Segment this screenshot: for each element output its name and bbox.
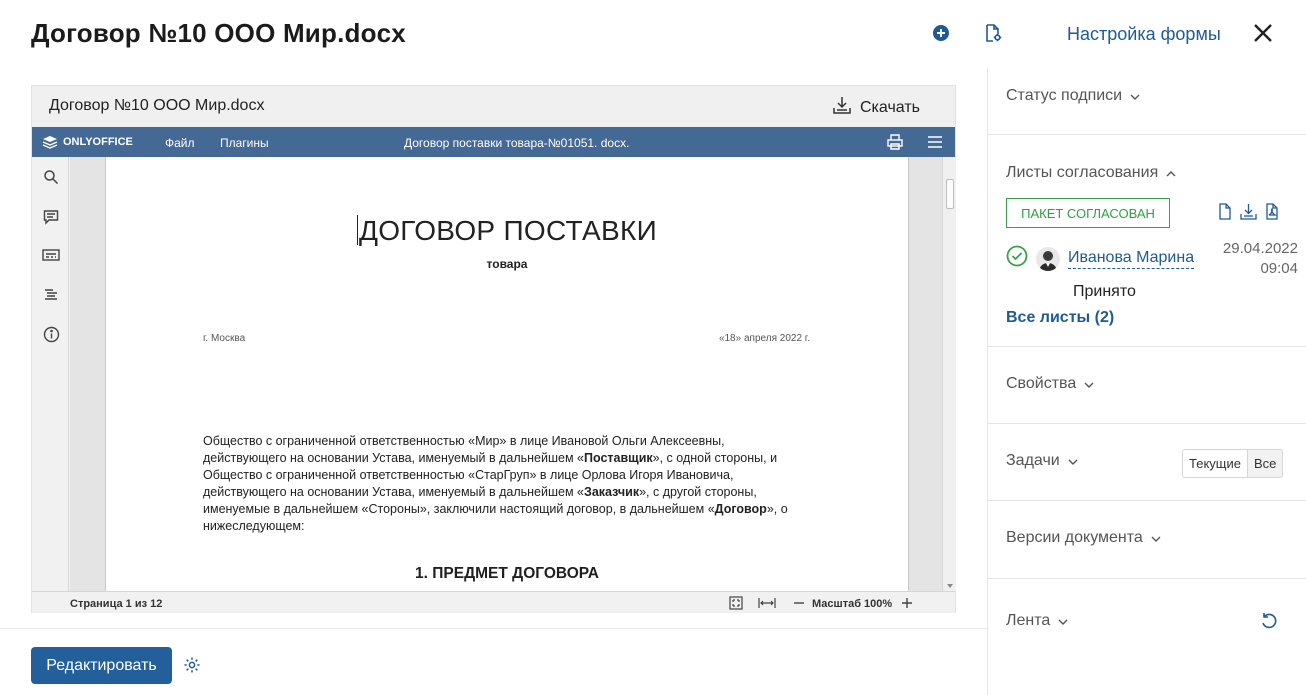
scrollbar-thumb[interactable] — [946, 179, 954, 209]
page-count: Страница 1 из 12 — [70, 598, 163, 610]
pdf-icon[interactable] — [1265, 203, 1279, 225]
paragraph-bold: Поставщик — [584, 451, 653, 465]
document-canvas: ДОГОВОР ПОСТАВКИ товара г. Москва «18» а… — [70, 157, 942, 591]
gear-icon[interactable] — [183, 656, 201, 679]
onlyoffice-logo-text: ONLYOFFICE — [63, 136, 133, 148]
chevron-down-icon — [1130, 87, 1140, 105]
viewer-toolbar: Договор №10 ООО Мир.docx Скачать — [32, 86, 955, 127]
zoom-in-icon[interactable] — [901, 596, 913, 613]
approval-timestamp: 29.04.2022 09:04 — [1223, 239, 1298, 279]
approval-status: Принято — [1073, 283, 1136, 300]
versions-toggle[interactable]: Версии документа — [1006, 529, 1161, 547]
panel-divider — [988, 500, 1306, 501]
all-sheets-link[interactable]: Все листы (2) — [1006, 309, 1114, 327]
panel-divider — [988, 134, 1306, 135]
editor-left-sidebar — [32, 157, 69, 591]
scroll-down-icon[interactable] — [945, 578, 955, 588]
info-icon[interactable] — [41, 324, 61, 344]
menu-plugins[interactable]: Плагины — [220, 136, 269, 150]
document-heading-text: ДОГОВОР ПОСТАВКИ — [358, 215, 658, 246]
versions-label: Версии документа — [1006, 529, 1143, 546]
approval-date: 29.04.2022 — [1222, 240, 1298, 257]
document-subheading: товара — [486, 257, 528, 271]
approval-file-actions — [1218, 203, 1279, 225]
chevron-up-icon — [1166, 164, 1176, 182]
panel-divider — [988, 423, 1306, 424]
approval-time: 09:04 — [1260, 260, 1298, 277]
menu-file[interactable]: Файл — [165, 136, 195, 150]
vertical-scrollbar[interactable] — [942, 157, 956, 591]
download-button[interactable]: Скачать — [832, 95, 920, 120]
download-icon — [832, 95, 852, 120]
tasks-filter: Текущие Все — [1182, 449, 1284, 478]
chevron-down-icon — [1068, 452, 1078, 470]
check-circle-icon — [1006, 245, 1028, 272]
approval-sheets-label: Листы согласования — [1006, 164, 1159, 181]
package-status-badge: ПАКЕТ СОГЛАСОВАН — [1006, 198, 1170, 228]
approval-sheets-toggle[interactable]: Листы согласования — [1006, 164, 1176, 182]
download-label: Скачать — [860, 98, 920, 116]
properties-toggle[interactable]: Свойства — [1006, 375, 1094, 393]
viewer-filename: Договор №10 ООО Мир.docx — [49, 97, 265, 114]
chevron-down-icon — [1151, 529, 1161, 547]
zoom-level: Масштаб 100% — [812, 598, 893, 610]
feed-toggle[interactable]: Лента — [1006, 612, 1068, 630]
bottom-divider — [0, 628, 988, 629]
chat-icon[interactable] — [41, 246, 61, 266]
document-date: «18» апреля 2022 г. — [718, 333, 810, 344]
editor-toolbar: ONLYOFFICE Файл Плагины Договор поставки… — [32, 127, 955, 157]
properties-label: Свойства — [1006, 375, 1077, 392]
document-icon[interactable] — [1218, 203, 1232, 225]
hamburger-menu-icon[interactable] — [927, 135, 943, 152]
download-icon[interactable] — [1240, 203, 1257, 225]
signature-status-toggle[interactable]: Статус подписи — [1006, 87, 1140, 105]
document-viewer: Договор №10 ООО Мир.docx Скачать ONLYOFF… — [31, 85, 956, 613]
tasks-filter-all[interactable]: Все — [1247, 450, 1283, 477]
tasks-toggle[interactable]: Задачи — [1006, 452, 1078, 470]
document-city: г. Москва — [203, 333, 246, 344]
comments-icon[interactable] — [41, 207, 61, 227]
onlyoffice-logo: ONLYOFFICE — [42, 135, 133, 149]
page-title: Договор №10 ООО Мир.docx — [31, 18, 406, 48]
paragraph-bold: Договор — [714, 502, 767, 516]
fit-width-icon[interactable] — [758, 596, 776, 613]
document-settings-icon[interactable] — [982, 22, 1004, 44]
chevron-down-icon — [1058, 612, 1068, 630]
navigation-icon[interactable] — [41, 285, 61, 305]
add-circle-icon[interactable] — [930, 22, 952, 44]
document-section-heading: 1. ПРЕДМЕТ ДОГОВОРА — [415, 565, 599, 582]
text-cursor — [356, 215, 358, 245]
approver-row: Иванова Марина — [1006, 245, 1195, 272]
print-icon[interactable] — [887, 134, 903, 153]
tasks-label: Задачи — [1006, 452, 1060, 469]
right-panel: Статус подписи Листы согласования ПАКЕТ … — [987, 68, 1306, 695]
document-paragraph: Общество с ограниченной ответственностью… — [203, 433, 788, 535]
close-icon[interactable] — [1250, 20, 1276, 46]
feed-label: Лента — [1006, 612, 1051, 629]
document-page[interactable]: ДОГОВОР ПОСТАВКИ товара г. Москва «18» а… — [105, 157, 909, 591]
signature-status-label: Статус подписи — [1006, 87, 1123, 104]
chevron-down-icon — [1084, 375, 1094, 393]
zoom-out-icon[interactable] — [793, 596, 805, 613]
editor-doc-title: Договор поставки товара-№01051. docx. — [404, 136, 630, 150]
editor-statusbar: Страница 1 из 12 Масштаб 100% — [32, 591, 955, 613]
paragraph-bold: Заказчик — [584, 485, 640, 499]
edit-button[interactable]: Редактировать — [31, 647, 172, 684]
fit-page-icon[interactable] — [729, 596, 743, 613]
tasks-filter-current[interactable]: Текущие — [1183, 450, 1248, 477]
panel-divider — [988, 346, 1306, 347]
search-icon[interactable] — [41, 167, 61, 187]
panel-divider — [988, 578, 1306, 579]
document-heading: ДОГОВОР ПОСТАВКИ — [106, 215, 908, 247]
avatar — [1036, 246, 1060, 271]
refresh-icon[interactable] — [1260, 612, 1278, 635]
approver-name-link[interactable]: Иванова Марина — [1068, 249, 1195, 269]
form-settings-link[interactable]: Настройка формы — [1067, 24, 1221, 45]
